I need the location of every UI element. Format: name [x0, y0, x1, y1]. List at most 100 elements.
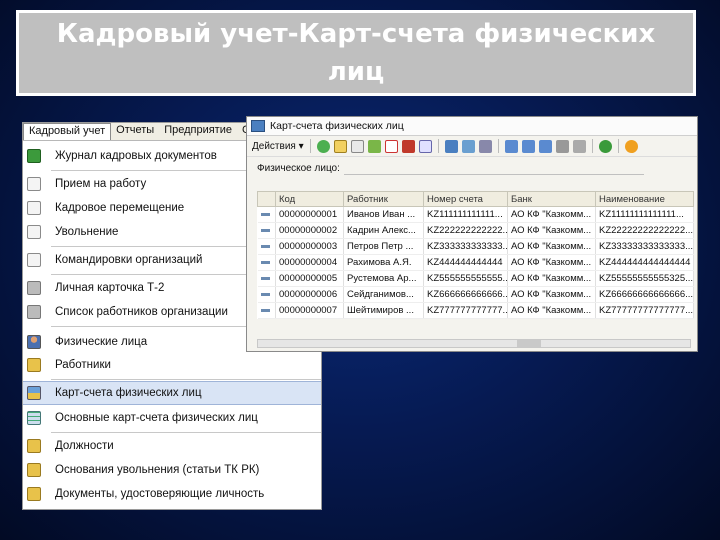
document-icon — [27, 201, 41, 215]
row-item-icon — [260, 292, 270, 296]
edit-icon[interactable] — [367, 139, 381, 153]
menu-item-identity-docs[interactable]: Документы, удостоверяющие личность — [23, 483, 321, 505]
report-icon — [27, 281, 41, 295]
cell-employee: Шейтимиров ... — [343, 302, 424, 319]
table-row[interactable]: 00000000006 Сейдганимов... KZ66666666666… — [257, 286, 694, 303]
cell-account: KZ666666666666... — [423, 286, 508, 303]
cell-account: KZ555555555555... — [423, 270, 508, 287]
menu-bar-reports[interactable]: Отчеты — [111, 123, 159, 140]
cell-code: 00000000001 — [275, 206, 344, 223]
cell-employee: Рустемова Ар... — [343, 270, 424, 287]
document-icon — [27, 177, 41, 191]
delete-icon[interactable] — [401, 139, 415, 153]
table-row[interactable]: 00000000005 Рустемова Ар... KZ5555555555… — [257, 270, 694, 287]
window-title-bar: Карт-счета физических лиц — [247, 117, 697, 136]
menu-item-positions[interactable]: Должности — [23, 435, 321, 457]
cell-name: KZ33333333333333... — [595, 238, 694, 255]
menu-bar-hr[interactable]: Кадровый учет — [23, 123, 112, 140]
hierarchy-icon[interactable] — [444, 139, 458, 153]
book-icon — [27, 358, 41, 372]
cell-bank: АО КФ "Казкомм... — [507, 254, 596, 271]
menu-item-dismissal-grounds[interactable]: Основания увольнения (статьи ТК РК) — [23, 459, 321, 481]
row-item-icon — [260, 260, 270, 264]
filter-value-icon[interactable] — [521, 139, 535, 153]
journal-icon — [27, 149, 41, 163]
menu-item-label: Физические лица — [55, 336, 148, 348]
cell-account: KZ777777777777... — [423, 302, 508, 319]
document-icon — [27, 225, 41, 239]
menu-item-card-accounts[interactable]: Карт-счета физических лиц — [23, 381, 321, 405]
cell-employee: Кадрин Алекс... — [343, 222, 424, 239]
cell-name: KZ55555555555325... — [595, 270, 694, 287]
clear-filter-icon[interactable] — [555, 139, 569, 153]
book-icon — [27, 463, 41, 477]
add-group-icon[interactable] — [333, 139, 347, 153]
post-icon[interactable] — [418, 139, 432, 153]
table-row[interactable]: 00000000002 Кадрин Алекс... KZ2222222222… — [257, 222, 694, 239]
cell-name: KZ444444444444444 — [595, 254, 694, 271]
menu-item-label: Карт-счета физических лиц — [55, 387, 202, 399]
help-icon[interactable] — [624, 139, 638, 153]
divider — [51, 432, 321, 433]
row-item-icon — [260, 308, 270, 312]
cell-code: 00000000005 — [275, 270, 344, 287]
cell-code: 00000000002 — [275, 222, 344, 239]
copy-icon[interactable] — [350, 139, 364, 153]
individual-filter-field[interactable] — [343, 162, 644, 175]
cell-code: 00000000006 — [275, 286, 344, 303]
toolbar: Действия ▾ — [247, 136, 697, 157]
header-name[interactable]: Наименование — [595, 191, 694, 207]
filter-label: Физическое лицо: — [257, 162, 340, 174]
sort-icon[interactable] — [572, 139, 586, 153]
filter-icon[interactable] — [504, 139, 518, 153]
horizontal-scrollbar[interactable] — [257, 339, 691, 348]
cell-account: KZ222222222222... — [423, 222, 508, 239]
slide-title-box: Кадровый учет-Карт-счета физических лиц — [16, 10, 696, 96]
table-row[interactable]: 00000000004 Рахимова А.Я. KZ444444444444… — [257, 254, 694, 271]
menu-item-employees[interactable]: Работники — [23, 354, 321, 376]
row-item-icon — [260, 244, 270, 248]
row-item-icon — [260, 228, 270, 232]
row-icon-cell — [257, 302, 276, 319]
table-row[interactable]: 00000000007 Шейтимиров ... KZ77777777777… — [257, 302, 694, 319]
header-code[interactable]: Код — [275, 191, 344, 207]
header-employee[interactable]: Работник — [343, 191, 424, 207]
cell-employee: Иванов Иван ... — [343, 206, 424, 223]
list-window-icon — [251, 120, 265, 132]
scrollbar-thumb[interactable] — [517, 340, 542, 347]
filter-history-icon[interactable] — [538, 139, 552, 153]
book-icon — [27, 487, 41, 501]
add-icon[interactable] — [316, 139, 330, 153]
cell-employee: Рахимова А.Я. — [343, 254, 424, 271]
menu-item-label: Должности — [55, 440, 114, 452]
menu-item-main-card-accounts[interactable]: Основные карт-счета физических лиц — [23, 407, 321, 429]
toolbar-separator — [591, 139, 593, 153]
delete-mark-icon[interactable] — [384, 139, 398, 153]
toolbar-separator — [617, 139, 619, 153]
card-icon — [27, 386, 41, 400]
menu-item-label: Основные карт-счета физических лиц — [55, 412, 258, 424]
cell-employee: Сейдганимов... — [343, 286, 424, 303]
menu-item-label: Документы, удостоверяющие личность — [55, 488, 265, 500]
toolbar-separator — [309, 139, 311, 153]
menu-item-label: Командировки организаций — [55, 254, 203, 266]
table-header-row: Код Работник Номер счета Банк Наименован… — [257, 191, 694, 207]
actions-menu-button[interactable]: Действия ▾ — [252, 141, 304, 152]
header-bank[interactable]: Банк — [507, 191, 596, 207]
table-row[interactable]: 00000000003 Петров Петр ... KZ3333333333… — [257, 238, 694, 255]
refresh-icon[interactable] — [598, 139, 612, 153]
tree-icon[interactable] — [461, 139, 475, 153]
cell-account: KZ333333333333... — [423, 238, 508, 255]
cell-code: 00000000003 — [275, 238, 344, 255]
menu-bar-enterprise[interactable]: Предприятие — [159, 123, 237, 140]
menu-item-label: Список работников организации — [55, 306, 228, 318]
cell-bank: АО КФ "Казкомм... — [507, 270, 596, 287]
header-account-number[interactable]: Номер счета — [423, 191, 508, 207]
table-row[interactable]: 00000000001 Иванов Иван ... KZ1111111111… — [257, 206, 694, 223]
cell-bank: АО КФ "Казкомм... — [507, 222, 596, 239]
slide-title: Кадровый учет-Карт-счета физических лиц — [56, 19, 656, 87]
report-icon — [27, 305, 41, 319]
menu-item-label: Личная карточка Т-2 — [55, 282, 165, 294]
row-icon-cell — [257, 222, 276, 239]
level-up-icon[interactable] — [478, 139, 492, 153]
